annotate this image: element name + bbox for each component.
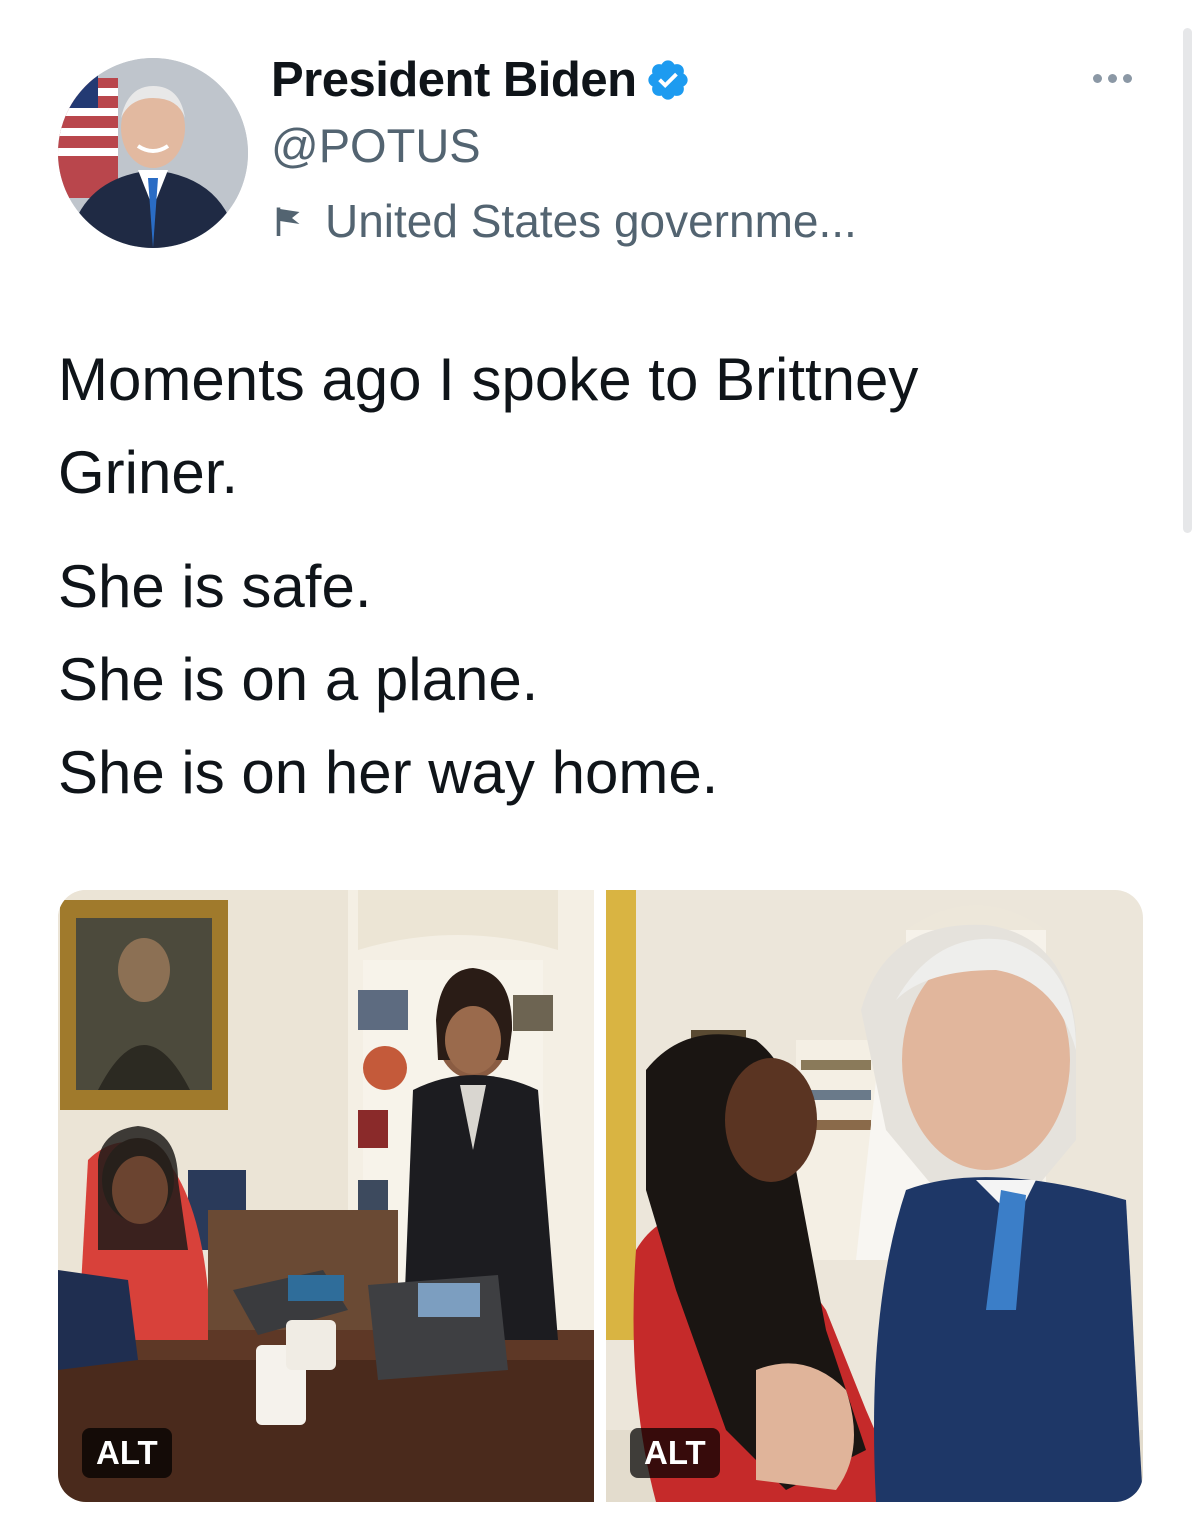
tweet-text-line: Moments ago I spoke to Brittney — [58, 346, 919, 413]
tweet-text-line: She is safe. — [58, 553, 372, 620]
alt-text-button[interactable]: ALT — [82, 1428, 172, 1478]
verified-badge-icon — [647, 60, 688, 100]
tweet-text-paragraph-1: Moments ago I spoke to Brittney Griner. — [58, 333, 1158, 519]
alt-text-button[interactable]: ALT — [630, 1428, 720, 1478]
affiliation-label: United States governme... — [325, 195, 857, 247]
author-handle[interactable]: @POTUS — [271, 118, 481, 173]
flag-icon — [276, 207, 300, 236]
tweet-text-line: Griner. — [58, 439, 239, 506]
media-photo-1[interactable]: ALT — [58, 890, 594, 1502]
tweet-text-line: She is on her way home. — [58, 739, 719, 806]
photo-biden-embrace — [606, 890, 1143, 1502]
tweet-text-line: She is on a plane. — [58, 646, 539, 713]
author-name-row: President Biden — [271, 52, 691, 108]
scrollbar[interactable] — [1183, 28, 1192, 533]
media-photo-2[interactable]: ALT — [606, 890, 1143, 1502]
affiliation-row[interactable]: United States governme... — [271, 194, 857, 248]
more-options-icon[interactable] — [1093, 66, 1141, 90]
avatar-image — [58, 58, 248, 248]
media-grid: ALT ALT — [58, 890, 1143, 1502]
avatar[interactable] — [58, 58, 248, 248]
author-display-name[interactable]: President Biden — [271, 52, 637, 108]
tweet-text-paragraph-2: She is safe. She is on a plane. She is o… — [58, 540, 1158, 819]
photo-oval-office-meeting — [58, 890, 594, 1502]
